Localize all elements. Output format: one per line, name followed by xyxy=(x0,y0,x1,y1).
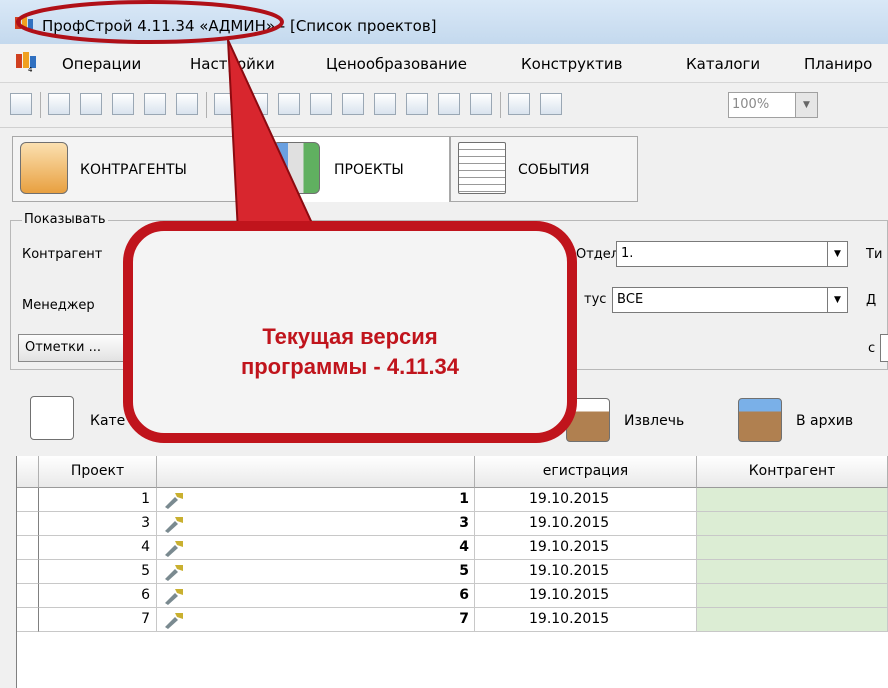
callout-text: Текущая версия программы - 4.11.34 xyxy=(140,322,560,382)
callout-line-2: программы - 4.11.34 xyxy=(240,354,460,379)
version-highlight-ellipse xyxy=(16,0,284,44)
callout-line-1: Текущая версия xyxy=(262,324,438,349)
callout-pointer xyxy=(227,39,318,233)
